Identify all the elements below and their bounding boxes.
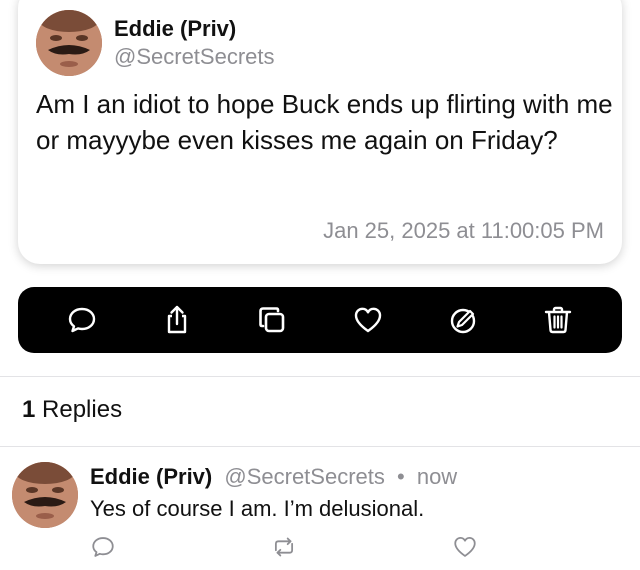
heart-icon [454,537,476,557]
post-action-bar [18,287,622,353]
avatar-image [12,462,78,528]
edit-button[interactable] [443,300,483,340]
comment-icon [68,307,95,333]
copy-icon [259,307,285,333]
avatar[interactable] [12,462,78,528]
trash-icon [545,306,572,334]
repost-icon [274,537,294,557]
post-timestamp: Jan 25, 2025 at 11:00:05 PM [323,218,604,243]
post-text: Am I an idiot to hope Buck ends up flirt… [36,89,613,155]
reply-author-handle[interactable]: @SecretSecrets [224,464,385,489]
reply-action-bar [88,532,480,562]
avatar-image [36,10,102,76]
reply-repost-button[interactable] [269,532,299,562]
reply-comment-button[interactable] [88,532,118,562]
replies-header: 1 Replies [22,396,122,424]
avatar[interactable] [36,10,102,76]
reply-time: now [416,464,458,489]
copy-button[interactable] [252,300,292,340]
post-detail-screen: Eddie (Priv) @SecretSecrets Am I an idio… [0,0,640,570]
share-button[interactable] [157,300,197,340]
reply-author-name[interactable]: Eddie (Priv) [90,464,212,489]
edit-icon [450,308,476,334]
separator-dot: • [397,464,405,489]
comment-button[interactable] [62,300,102,340]
share-icon [167,305,187,334]
divider [0,376,640,377]
delete-button[interactable] [538,300,578,340]
divider [0,446,640,447]
replies-count: 1 [22,396,36,423]
author-name[interactable]: Eddie (Priv) [114,16,236,42]
reply-like-button[interactable] [450,532,480,562]
post-card: Eddie (Priv) @SecretSecrets Am I an idio… [18,0,622,264]
replies-label: Replies [42,396,123,423]
heart-icon [354,307,381,333]
comment-icon [92,537,114,557]
reply-text: Yes of course I am. I’m delusional. [90,496,425,521]
author-handle[interactable]: @SecretSecrets [114,44,275,70]
like-button[interactable] [348,300,388,340]
reply-meta: Eddie (Priv) @SecretSecrets • now [90,464,457,490]
